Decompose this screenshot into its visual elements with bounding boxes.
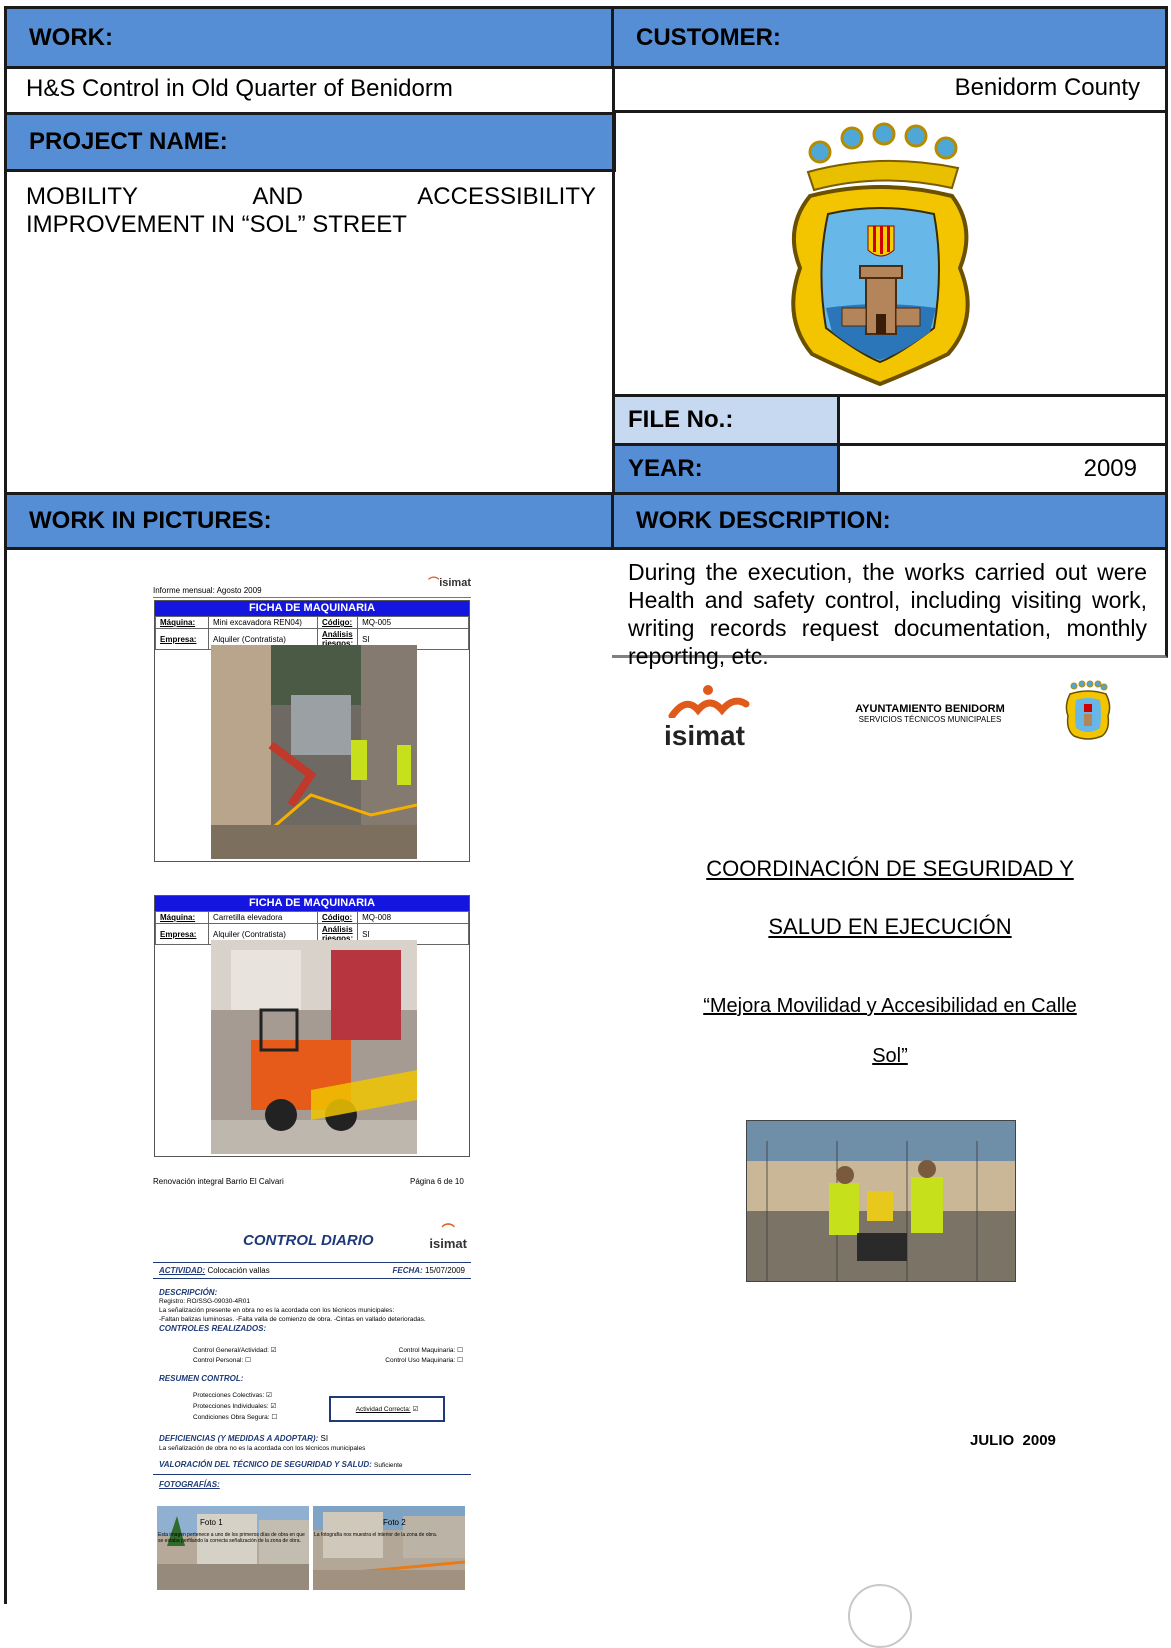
card1-codigo-label: Código: [316, 616, 359, 629]
card2-codigo-value: MQ-008 [357, 911, 469, 924]
right-border-2 [1165, 394, 1168, 494]
ayuntamiento-line2: SERVICIOS TÉCNICOS MUNICIPALES [858, 715, 1002, 724]
year-value: 2009 [843, 446, 1165, 492]
right-border [1165, 66, 1168, 406]
card2-maquina-label: Máquina: [155, 911, 209, 924]
row-line-1 [612, 110, 1168, 113]
year-label: YEAR: [628, 455, 703, 482]
cover-date: JULIO 2009 [970, 1432, 1056, 1449]
control-descripcion: DESCRIPCIÓN: Registro: RO/SSG-09030-4R01… [159, 1288, 426, 1333]
center-divider-2 [612, 394, 615, 494]
benidorm-coat-of-arms [780, 118, 980, 394]
control-actividad: ACTIVIDAD: Colocación vallas [159, 1266, 270, 1275]
control-rule-2 [153, 1278, 471, 1279]
file-no-label: FILE No.: [628, 406, 734, 433]
ayuntamiento-heading: AYUNTAMIENTO BENIDORM SERVICIOS TÉCNICOS… [830, 703, 1030, 724]
center-divider [612, 66, 615, 406]
control-foto-2-text: La fotografía nos muestra el interior de… [314, 1532, 438, 1538]
card2-maquina-value: Carretilla elevadora [208, 911, 318, 924]
customer-value-text: Benidorm County [954, 74, 1140, 101]
cover-subtitle-line1: “Mejora Movilidad y Accesibilidad en Cal… [703, 995, 1077, 1017]
cover-photo [746, 1120, 1016, 1282]
isimat-logo: isimat [664, 684, 754, 754]
year-label-cell: YEAR: [614, 446, 840, 492]
page-edge-circle [848, 1584, 912, 1648]
customer-value: Benidorm County [614, 66, 1168, 110]
cover-title-line1: COORDINACIÓN DE SEGURIDAD Y [706, 856, 1074, 881]
control-foto-1-caption: Foto 1 [200, 1518, 223, 1527]
card2-empresa-label: Empresa: [155, 923, 209, 945]
work-description-label: WORK DESCRIPTION: [636, 507, 891, 534]
control-header-rule [153, 1262, 471, 1263]
work-in-pictures-label: WORK IN PICTURES: [29, 507, 272, 534]
control-diario-page: CONTROL DIARIO ⌒ isimat ACTIVIDAD: Coloca… [153, 1222, 471, 1602]
report-page-1-footer-right: Página 6 de 10 [410, 1177, 464, 1186]
card1-maquina-label: Máquina: [155, 616, 209, 629]
machinery-card-2-title: FICHA DE MAQUINARIA [155, 896, 469, 911]
control-foto-1-text: Esta imagen pertenece a uno de los prime… [158, 1532, 305, 1544]
work-header-label: WORK: [29, 23, 113, 51]
left-border [4, 66, 7, 1604]
control-foto-2-caption: Foto 2 [383, 1518, 406, 1527]
control-checklist: Control General/Actividad: ☑ Control Maqu… [193, 1347, 463, 1364]
card2-codigo-label: Código: [316, 911, 359, 924]
card1-empresa-label: Empresa: [155, 628, 209, 650]
work-in-pictures-header: WORK IN PICTURES: [4, 492, 616, 550]
machinery-card-1-photo [211, 645, 418, 859]
project-name-line2: IMPROVEMENT IN “SOL” STREET [26, 211, 407, 238]
project-name-line1: MOBILITY AND ACCESSIBILITY [26, 183, 596, 210]
cover-subtitle-line2: Sol” [872, 1045, 908, 1067]
isimat-small-logo-2: ⌒ isimat [429, 1223, 467, 1251]
control-actividad-correcta: Actividad Correcta: ☑ [329, 1396, 445, 1422]
customer-header-label: CUSTOMER: [636, 23, 781, 51]
project-name-header: PROJECT NAME: [4, 112, 616, 172]
ayuntamiento-line1: AYUNTAMIENTO BENIDORM [855, 703, 1005, 715]
control-deficiencias: DEFICIENCIAS (Y MEDIDAS A ADOPTAR): SI L… [159, 1434, 366, 1452]
file-no-value [843, 397, 1165, 443]
small-coat-of-arms [1064, 680, 1112, 744]
isimat-logo-text: isimat [664, 720, 745, 751]
work-description-box: During the execution, the works carried … [612, 550, 1168, 669]
control-fecha: FECHA: 15/07/2009 [392, 1266, 466, 1275]
work-value: H&S Control in Old Quarter of Benidorm [4, 66, 616, 110]
work-header: WORK: [4, 6, 616, 69]
file-no-label-cell: FILE No.: [614, 397, 840, 443]
project-name-header-label: PROJECT NAME: [29, 128, 228, 155]
customer-header: CUSTOMER: [611, 6, 1168, 69]
machinery-card-2: FICHA DE MAQUINARIA Máquina: Carretilla … [154, 895, 470, 1157]
control-photo-1 [157, 1506, 309, 1590]
control-diario-title: CONTROL DIARIO [243, 1232, 374, 1249]
machinery-card-1-title: FICHA DE MAQUINARIA [155, 601, 469, 616]
card1-maquina-value: Mini excavadora REN04) [208, 616, 318, 629]
isimat-small-logo-1: ⌒isimat [428, 577, 471, 589]
control-valoracion: VALORACIÓN DEL TÉCNICO DE SEGURIDAD Y SA… [159, 1460, 403, 1469]
work-description-header: WORK DESCRIPTION: [611, 492, 1168, 550]
cover-title-line2: SALUD EN EJECUCIÓN [768, 914, 1012, 939]
report-page-1-header-text: Informe mensual: Agosto 2009 [153, 586, 262, 595]
machinery-card-1: FICHA DE MAQUINARIA Máquina: Mini excava… [154, 600, 470, 862]
control-fotografias-label: FOTOGRAFÍAS: [159, 1480, 220, 1489]
control-rule-3 [153, 1474, 471, 1475]
report-page-1-footer-left: Renovación integral Barrio El Calvari [153, 1177, 284, 1186]
year-value-text: 2009 [1083, 455, 1137, 482]
work-description-text: During the execution, the works carried … [628, 559, 1147, 669]
card1-codigo-value: MQ-005 [357, 616, 469, 629]
work-value-text: H&S Control in Old Quarter of Benidorm [26, 75, 453, 102]
control-resumen-list: Protecciones Colectivas: ☑ Protecciones … [193, 1392, 278, 1421]
machinery-card-2-photo [211, 940, 417, 1154]
control-resumen-label: RESUMEN CONTROL: [159, 1374, 244, 1383]
report-page-1-header: Informe mensual: Agosto 2009 ⌒isimat [153, 577, 471, 598]
project-name-value: MOBILITY AND ACCESSIBILITY IMPROVEMENT IN … [26, 183, 596, 239]
